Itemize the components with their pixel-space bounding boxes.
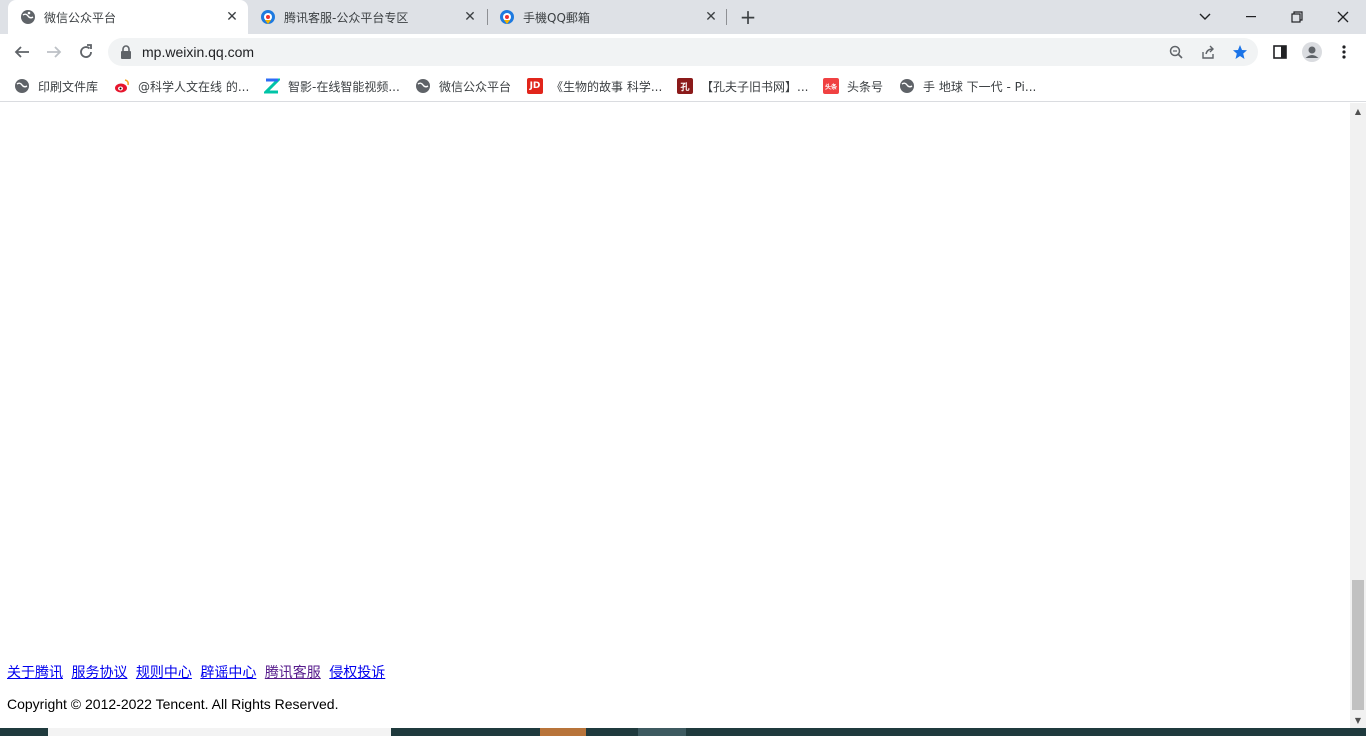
weibo-icon bbox=[114, 78, 130, 94]
side-panel-button[interactable] bbox=[1270, 42, 1290, 62]
close-icon[interactable]: ✕ bbox=[460, 7, 480, 27]
scroll-up-arrow-icon[interactable]: ▲ bbox=[1350, 103, 1366, 119]
tab-separator bbox=[726, 9, 727, 25]
menu-button[interactable] bbox=[1334, 42, 1354, 62]
bookmark-label: 智影-在线智能视频... bbox=[288, 79, 400, 94]
footer-link-rumor-center[interactable]: 辟谣中心 bbox=[200, 665, 256, 681]
scroll-down-arrow-icon[interactable]: ▼ bbox=[1350, 712, 1366, 728]
close-window-button[interactable] bbox=[1320, 0, 1366, 34]
forward-arrow-icon bbox=[47, 46, 62, 58]
restore-icon bbox=[1291, 11, 1303, 23]
lock-icon[interactable] bbox=[120, 45, 132, 59]
globe-icon bbox=[899, 78, 915, 94]
reload-button[interactable] bbox=[72, 38, 100, 66]
vertical-scrollbar[interactable]: ▲ ▼ bbox=[1350, 103, 1366, 728]
avatar bbox=[1302, 42, 1322, 62]
kongfz-icon: 孔 bbox=[677, 78, 693, 94]
back-arrow-icon bbox=[14, 46, 29, 58]
globe-icon bbox=[415, 78, 431, 94]
bookmark-item[interactable]: 手 地球 下一代 - Pi... bbox=[899, 76, 1036, 96]
tab-tencent-cs[interactable]: 腾讯客服-公众平台专区 ✕ bbox=[248, 0, 486, 34]
more-vert-icon bbox=[1342, 45, 1346, 59]
new-tab-button[interactable]: + bbox=[736, 5, 760, 29]
tab-title: 微信公众平台 bbox=[44, 10, 117, 25]
reload-icon bbox=[80, 44, 92, 58]
bookmark-label: @科学人文在线 的... bbox=[138, 79, 250, 94]
toutiao-icon: 头条 bbox=[823, 78, 839, 94]
back-button[interactable] bbox=[8, 38, 36, 66]
globe-icon bbox=[20, 9, 36, 25]
bookmark-item[interactable]: 孔 【孔夫子旧书网】... bbox=[677, 76, 808, 96]
restore-button[interactable] bbox=[1274, 0, 1320, 34]
tab-search-button[interactable] bbox=[1182, 0, 1228, 34]
footer-link-infringement-complaint[interactable]: 侵权投诉 bbox=[329, 665, 385, 681]
bookmark-item[interactable]: 印刷文件库 bbox=[14, 76, 98, 96]
globe-icon bbox=[14, 78, 30, 94]
tab-qq-mail[interactable]: 手機QQ郵箱 ✕ bbox=[487, 0, 727, 34]
taskbar-app[interactable] bbox=[638, 728, 686, 736]
bookmark-label: 【孔夫子旧书网】... bbox=[701, 79, 809, 94]
url-text[interactable]: mp.weixin.qq.com bbox=[142, 44, 254, 60]
forward-button[interactable] bbox=[40, 38, 68, 66]
copyright-text: Copyright © 2012-2022 Tencent. All Right… bbox=[7, 696, 339, 712]
bookmark-item[interactable]: @科学人文在线 的... bbox=[114, 76, 249, 96]
footer-links: 关于腾讯 服务协议 规则中心 辟谣中心 腾讯客服 侵权投诉 bbox=[7, 662, 389, 682]
side-panel-icon bbox=[1273, 45, 1287, 59]
tab-weixin-mp[interactable]: 微信公众平台 ✕ bbox=[8, 0, 248, 34]
zhiying-icon bbox=[264, 78, 280, 94]
bookmark-label: 手 地球 下一代 - Pi... bbox=[923, 79, 1037, 94]
scroll-thumb[interactable] bbox=[1352, 580, 1364, 710]
tab-title: 手機QQ郵箱 bbox=[523, 10, 590, 25]
address-bar[interactable]: mp.weixin.qq.com bbox=[108, 38, 1258, 66]
bookmark-item[interactable]: 微信公众平台 bbox=[415, 76, 511, 96]
minimize-icon bbox=[1246, 16, 1256, 18]
close-icon bbox=[1337, 11, 1349, 23]
os-taskbar bbox=[0, 728, 1366, 736]
close-icon[interactable]: ✕ bbox=[701, 7, 721, 27]
tab-strip: 微信公众平台 ✕ 腾讯客服-公众平台专区 ✕ 手機QQ郵箱 ✕ + bbox=[0, 0, 1366, 34]
bookmark-label: 头条号 bbox=[847, 79, 884, 94]
bookmark-label: 微信公众平台 bbox=[439, 79, 512, 94]
footer-link-service-agreement[interactable]: 服务协议 bbox=[71, 665, 127, 681]
share-icon[interactable] bbox=[1200, 44, 1216, 60]
bookmark-star-icon[interactable] bbox=[1232, 44, 1248, 60]
tencent-cs-icon bbox=[499, 9, 515, 25]
browser-toolbar: mp.weixin.qq.com bbox=[0, 34, 1366, 70]
bookmark-item[interactable]: 头条 头条号 bbox=[823, 76, 883, 96]
jd-icon: JD bbox=[527, 78, 543, 94]
bookmark-label: 印刷文件库 bbox=[38, 79, 99, 94]
profile-button[interactable] bbox=[1302, 42, 1322, 62]
taskbar-search[interactable] bbox=[48, 728, 391, 736]
taskbar-app[interactable] bbox=[540, 728, 586, 736]
browser-chrome: 微信公众平台 ✕ 腾讯客服-公众平台专区 ✕ 手機QQ郵箱 ✕ + mp.wei… bbox=[0, 0, 1366, 103]
page-content: 关于腾讯 服务协议 规则中心 辟谣中心 腾讯客服 侵权投诉 Copyright … bbox=[0, 103, 1350, 728]
tab-title: 腾讯客服-公众平台专区 bbox=[284, 10, 409, 25]
zoom-icon[interactable] bbox=[1168, 44, 1184, 60]
chevron-down-icon bbox=[1199, 13, 1211, 20]
footer-link-rules-center[interactable]: 规则中心 bbox=[136, 665, 192, 681]
bookmark-item[interactable]: JD 《生物的故事 科学... bbox=[527, 76, 662, 96]
bookmark-label: 《生物的故事 科学... bbox=[551, 79, 663, 94]
footer-link-about[interactable]: 关于腾讯 bbox=[7, 665, 63, 681]
bookmark-item[interactable]: 智影-在线智能视频... bbox=[264, 76, 400, 96]
minimize-button[interactable] bbox=[1228, 0, 1274, 34]
bookmarks-bar: 印刷文件库 @科学人文在线 的... 智影-在线智能视频... 微信公众平台 J… bbox=[0, 70, 1366, 102]
close-icon[interactable]: ✕ bbox=[222, 7, 242, 27]
footer-link-customer-service[interactable]: 腾讯客服 bbox=[265, 665, 321, 681]
tencent-cs-icon bbox=[260, 9, 276, 25]
